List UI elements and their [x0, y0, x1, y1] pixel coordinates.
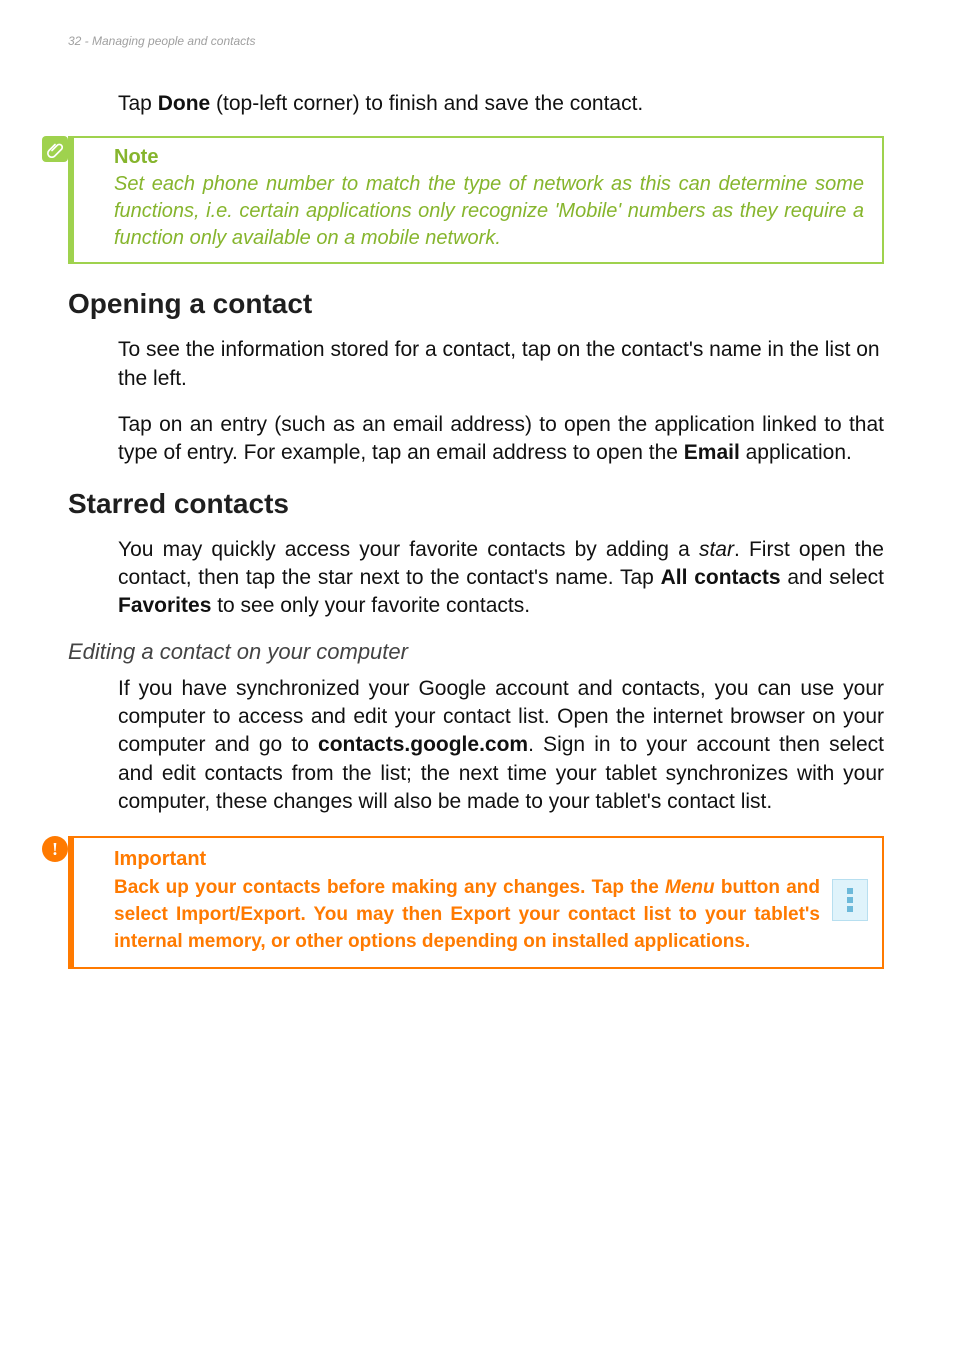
important-callout: ! Important Back up your contacts before…: [68, 836, 884, 969]
important-title: Important: [114, 848, 868, 871]
edit-link: contacts.google.com: [318, 733, 528, 756]
note-title: Note: [114, 146, 864, 169]
heading-editing-computer: Editing a contact on your computer: [68, 639, 884, 665]
starred-star: star: [699, 538, 734, 561]
starred-mid2: and select: [781, 566, 884, 589]
intro-pre: Tap: [118, 92, 158, 115]
menu-dot: [847, 897, 853, 903]
starred-pre: You may quickly access your favorite con…: [118, 538, 699, 561]
heading-starred-contacts: Starred contacts: [68, 488, 884, 520]
intro-bold: Done: [158, 92, 211, 115]
important-pre: Back up your contacts before making any …: [114, 877, 665, 898]
important-menu: Menu: [665, 877, 715, 898]
important-row: Back up your contacts before making any …: [114, 875, 868, 955]
page-32: 32 - Managing people and contacts Tap Do…: [0, 0, 954, 1352]
page-header-text: 32 - Managing people and contacts: [68, 34, 255, 48]
page-header: 32 - Managing people and contacts: [68, 34, 884, 48]
open-p1: To see the information stored for a cont…: [118, 336, 884, 393]
note-body: Set each phone number to match the type …: [114, 171, 864, 252]
starred-fav: Favorites: [118, 594, 211, 617]
exclamation-icon: !: [42, 836, 68, 862]
menu-dots-icon: [832, 879, 868, 921]
starred-all: All contacts: [661, 566, 781, 589]
note-callout: Note Set each phone number to match the …: [68, 136, 884, 264]
heading-opening-contact: Opening a contact: [68, 288, 884, 320]
starred-p: You may quickly access your favorite con…: [118, 536, 884, 621]
open-p2: Tap on an entry (such as an email addres…: [118, 411, 884, 468]
important-body: Back up your contacts before making any …: [114, 875, 820, 955]
intro-line: Tap Done (top-left corner) to finish and…: [118, 90, 884, 118]
menu-dot: [847, 906, 853, 912]
menu-dot: [847, 888, 853, 894]
edit-p: If you have synchronized your Google acc…: [118, 675, 884, 817]
intro-post: (top-left corner) to finish and save the…: [210, 92, 643, 115]
starred-post: to see only your favorite contacts.: [211, 594, 530, 617]
open-p2-bold: Email: [684, 441, 740, 464]
open-p2-post: application.: [740, 441, 852, 464]
paperclip-icon: [42, 136, 68, 162]
